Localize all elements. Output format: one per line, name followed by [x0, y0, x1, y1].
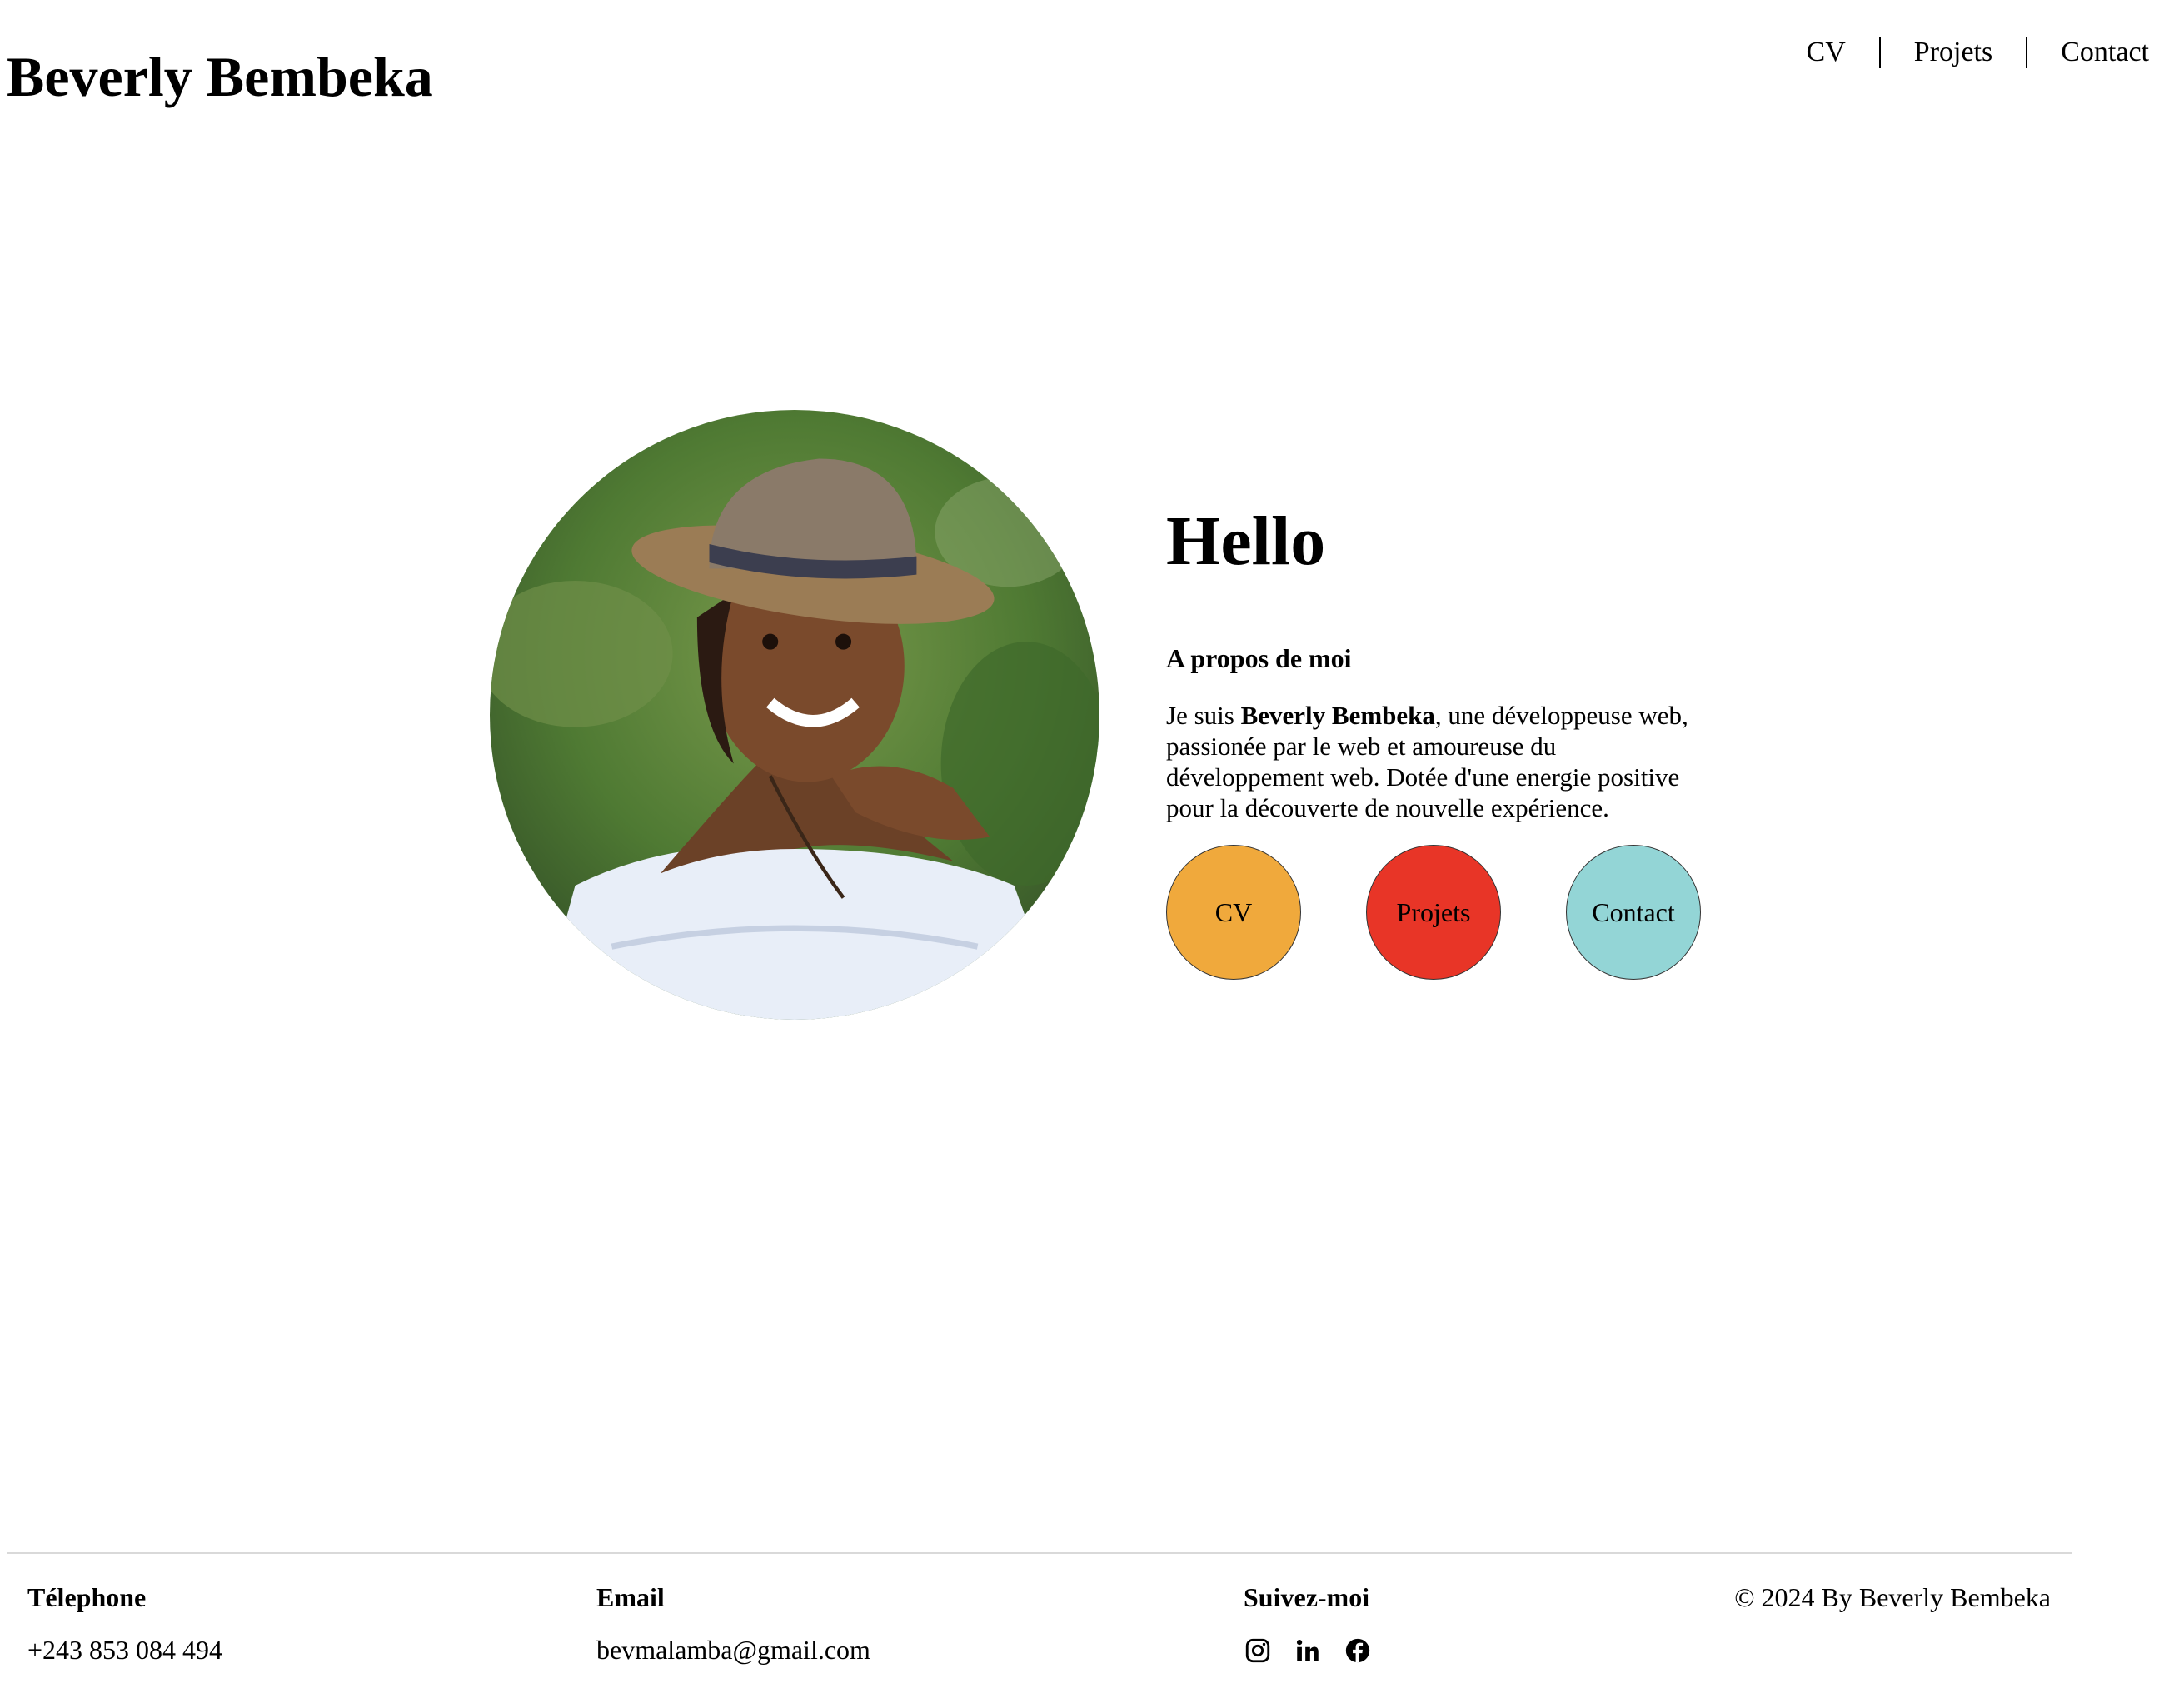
contact-button[interactable]: Contact — [1566, 845, 1701, 980]
nav-link-projets[interactable]: Projets — [1881, 32, 2026, 73]
profile-photo — [490, 410, 1099, 1020]
quick-links: CV Projets Contact — [1166, 845, 1701, 980]
about-heading: A propos de moi — [1166, 643, 1352, 673]
footer-divider — [7, 1552, 2072, 1554]
facebook-icon[interactable] — [1344, 1636, 1372, 1665]
intro-section: Hello A propos de moi Je suis Beverly Be… — [1166, 492, 1716, 823]
about-text: Je suis Beverly Bembeka, une développeus… — [1166, 700, 1716, 823]
nav-link-contact[interactable]: Contact — [2027, 32, 2149, 73]
email-heading: Email — [596, 1582, 665, 1612]
footer-social: Suivez-moi — [1244, 1575, 1372, 1665]
main-nav: CV Projets Contact — [1773, 32, 2149, 73]
greeting-heading: Hello — [1166, 502, 1326, 580]
linkedin-icon[interactable] — [1294, 1636, 1322, 1665]
email-address[interactable]: bevmalamba@gmail.com — [596, 1633, 870, 1666]
about-name: Beverly Bembeka — [1240, 701, 1435, 730]
copyright-text: © 2024 By Beverly Bembeka — [1734, 1582, 2051, 1612]
phone-heading: Télephone — [27, 1582, 147, 1612]
phone-number: +243 853 084 494 — [27, 1635, 223, 1665]
footer: Télephone +243 853 084 494 Email bevmala… — [0, 1575, 2184, 1693]
footer-email: Email bevmalamba@gmail.com — [596, 1575, 870, 1666]
nav-link-cv[interactable]: CV — [1773, 32, 1879, 73]
site-title: Beverly Bembeka — [7, 45, 433, 108]
projets-button[interactable]: Projets — [1366, 845, 1501, 980]
about-prefix: Je suis — [1166, 701, 1241, 730]
footer-phone: Télephone +243 853 084 494 — [27, 1575, 222, 1666]
cv-button[interactable]: CV — [1166, 845, 1301, 980]
instagram-icon[interactable] — [1244, 1636, 1272, 1665]
social-heading: Suivez-moi — [1244, 1582, 1370, 1612]
